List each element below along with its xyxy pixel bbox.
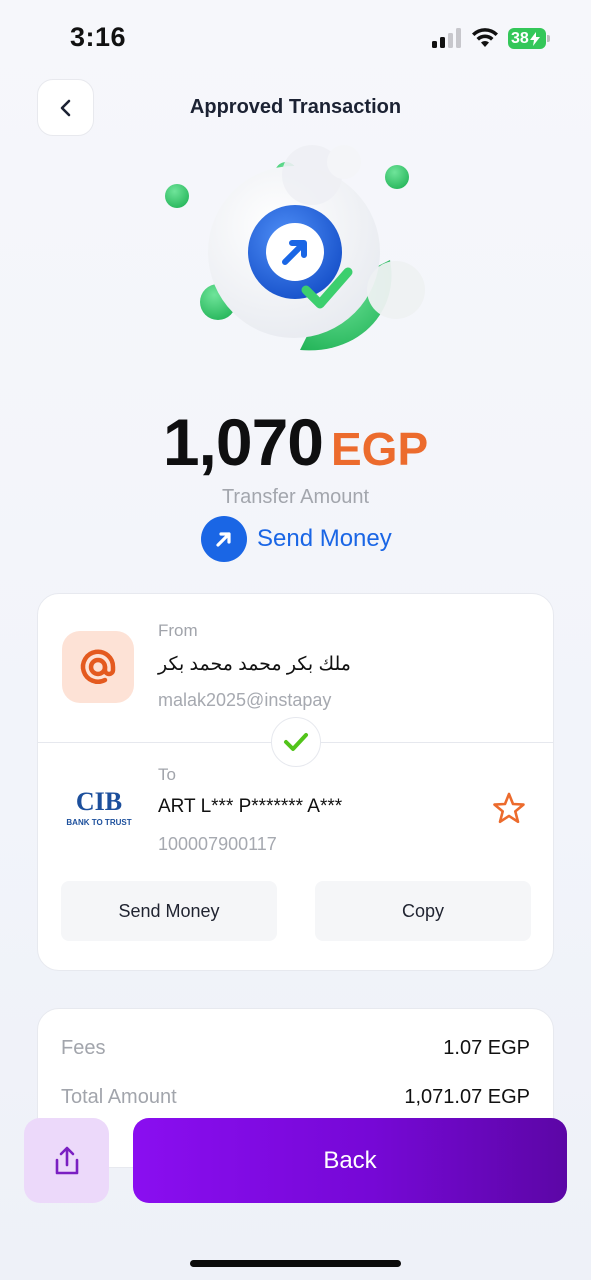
cellular-signal-icon (432, 28, 462, 48)
share-icon (55, 1146, 78, 1174)
status-time: 3:16 (70, 22, 127, 52)
sender-name: ملك بكر محمد محمد بكر (158, 654, 351, 675)
transaction-details-card: From ملك بكر محمد محمد بكر malak2025@ins… (37, 593, 554, 971)
bank-logo-text: CIB (76, 787, 122, 816)
to-label: To (158, 765, 176, 784)
recipient-account: 100007900117 (158, 834, 277, 854)
battery-indicator: 38 (508, 28, 546, 49)
battery-cap (547, 35, 550, 42)
total-amount-label: Total Amount (61, 1086, 177, 1108)
page-title: Approved Transaction (189, 96, 402, 118)
star-favorite-icon[interactable] (492, 791, 526, 825)
transaction-success-illustration (165, 145, 425, 351)
transaction-type-label: Send Money (257, 525, 392, 552)
share-button[interactable] (24, 1118, 109, 1203)
sender-address: malak2025@instapay (158, 690, 332, 710)
copy-button[interactable]: Copy (315, 881, 531, 941)
amount-label: Transfer Amount (221, 486, 370, 508)
transfer-amount: 1,070 EGP (0, 404, 591, 480)
instapay-at-icon (62, 631, 134, 703)
approved-transaction-screen: 3:16 38 Approved Transaction 1,070 EGP T… (0, 0, 591, 1280)
amount-value: 1,070 (162, 405, 324, 479)
amount-currency: EGP (331, 423, 429, 475)
back-main-button[interactable]: Back (133, 1118, 567, 1203)
cib-bank-logo: CIB BANK TO TRUST (62, 786, 136, 830)
battery-level: 38 (511, 29, 529, 47)
total-amount-value: 1,071.07 EGP (404, 1086, 530, 1108)
send-arrow-icon (201, 516, 247, 562)
transaction-type: Send Money (201, 516, 392, 562)
from-label: From (158, 621, 198, 640)
wifi-icon (472, 28, 498, 47)
check-icon (271, 717, 321, 767)
fees-value: 1.07 EGP (443, 1037, 530, 1059)
send-money-button[interactable]: Send Money (61, 881, 277, 941)
home-indicator (190, 1260, 401, 1267)
bank-logo-tagline: BANK TO TRUST (66, 818, 131, 827)
recipient-name: ART L*** P******* A*** (158, 796, 343, 817)
charging-bolt-icon (529, 31, 540, 46)
fees-label: Fees (61, 1037, 106, 1059)
